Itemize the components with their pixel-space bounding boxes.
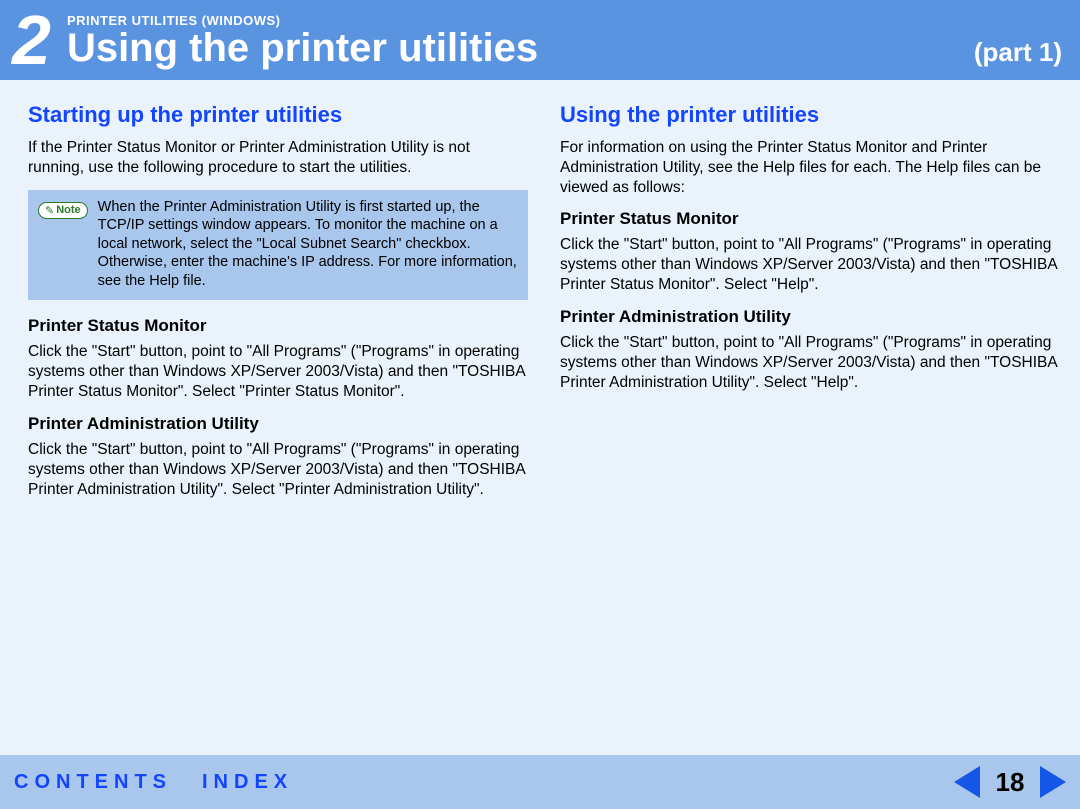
right-heading: Using the printer utilities	[560, 102, 1060, 128]
title-row: Using the printer utilities (part 1)	[67, 26, 1080, 71]
right-sec1-title: Printer Status Monitor	[560, 209, 1060, 229]
note-label: Note	[56, 204, 80, 216]
chapter-number: 2	[0, 0, 67, 80]
left-sec1-title: Printer Status Monitor	[28, 316, 528, 336]
prev-page-icon[interactable]	[954, 766, 980, 798]
pencil-icon: ✎	[45, 204, 54, 217]
page-number: 18	[992, 767, 1028, 798]
right-intro: For information on using the Printer Sta…	[560, 138, 1060, 197]
left-sec1-body: Click the "Start" button, point to "All …	[28, 342, 528, 401]
right-column: Using the printer utilities For informat…	[560, 102, 1060, 511]
note-icon: ✎ Note	[38, 202, 88, 219]
right-sec2-title: Printer Administration Utility	[560, 307, 1060, 327]
index-link[interactable]: INDEX	[202, 771, 293, 794]
left-sec2-title: Printer Administration Utility	[28, 414, 528, 434]
note-box: ✎ Note When the Printer Administration U…	[28, 190, 528, 301]
right-sec2-body: Click the "Start" button, point to "All …	[560, 333, 1060, 392]
footer-nav: 18	[954, 766, 1066, 798]
note-body: When the Printer Administration Utility …	[98, 198, 518, 291]
right-sec1-body: Click the "Start" button, point to "All …	[560, 235, 1060, 294]
page-title: Using the printer utilities	[67, 26, 538, 71]
page-header: 2 PRINTER UTILITIES (WINDOWS) Using the …	[0, 0, 1080, 80]
left-heading: Starting up the printer utilities	[28, 102, 528, 128]
left-column: Starting up the printer utilities If the…	[28, 102, 528, 511]
footer-bar: CONTENTS INDEX 18	[0, 755, 1080, 809]
content-area: Starting up the printer utilities If the…	[0, 80, 1080, 521]
part-label: (part 1)	[974, 37, 1062, 68]
contents-link[interactable]: CONTENTS	[14, 771, 172, 794]
left-intro: If the Printer Status Monitor or Printer…	[28, 138, 528, 178]
next-page-icon[interactable]	[1040, 766, 1066, 798]
header-text-block: PRINTER UTILITIES (WINDOWS) Using the pr…	[67, 0, 1080, 80]
left-sec2-body: Click the "Start" button, point to "All …	[28, 440, 528, 499]
